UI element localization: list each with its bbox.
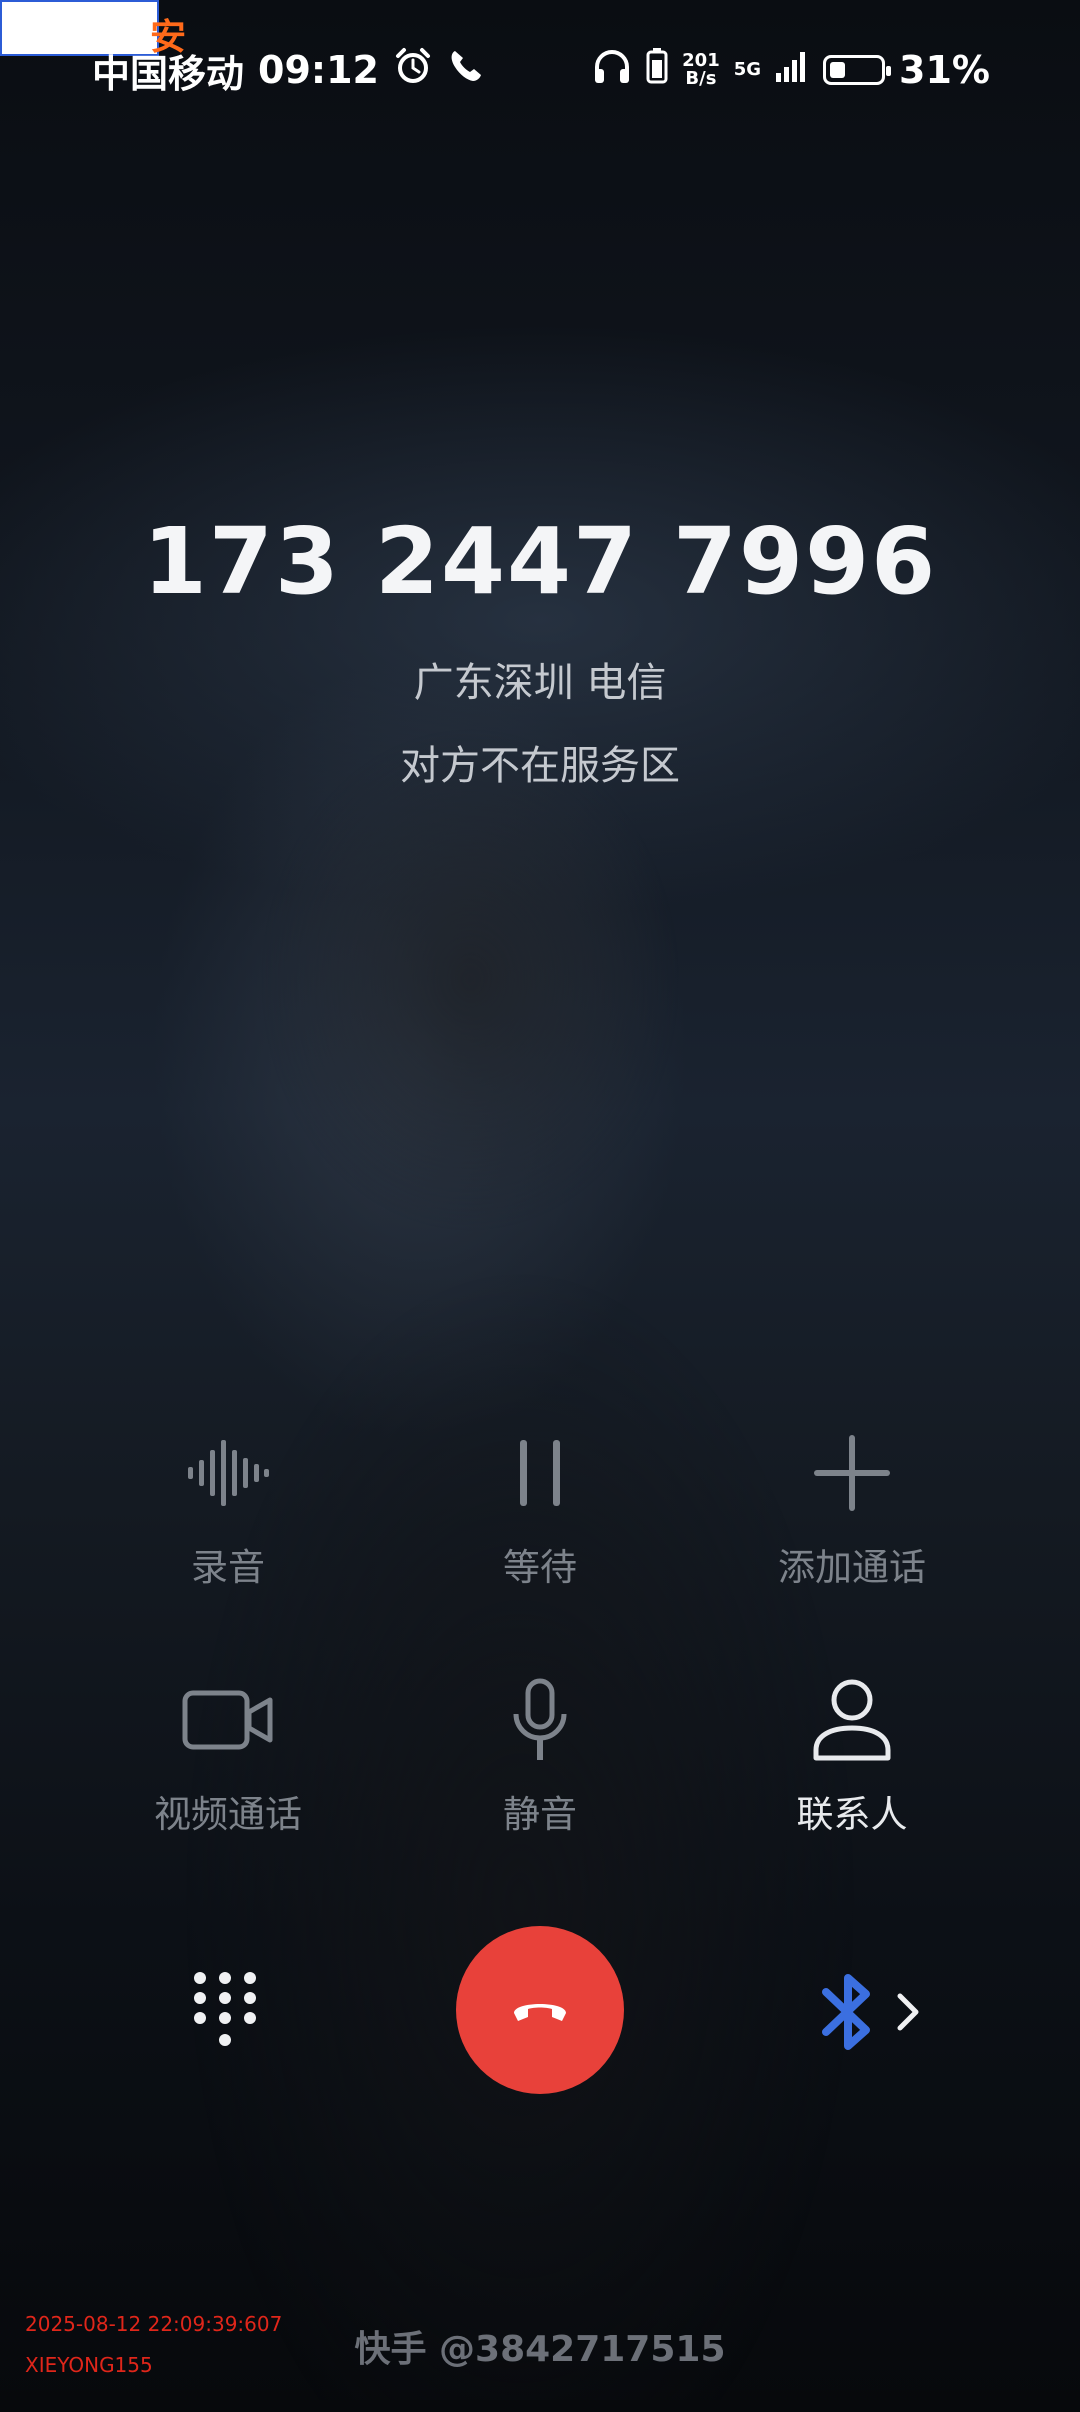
record-button[interactable]: 录音: [78, 1425, 378, 1591]
audio-route-button[interactable]: [820, 1970, 920, 2058]
chevron-right-icon: [896, 1992, 920, 2036]
end-call-button[interactable]: [456, 1926, 624, 2094]
add-call-label: 添加通话: [778, 1546, 926, 1589]
hang-up-icon: [510, 1993, 570, 2027]
hold-button[interactable]: 等待: [390, 1425, 690, 1591]
network-type: 5G: [733, 59, 762, 80]
add-call-button[interactable]: 添加通话: [702, 1425, 1002, 1591]
timestamp-stamp: 2025-08-12 22:09:39:607: [25, 2312, 283, 2336]
video-call-label: 视频通话: [154, 1793, 302, 1836]
user-stamp: XIEYONG155: [25, 2353, 153, 2377]
battery-icon: [823, 55, 892, 85]
battery-percent: 31%: [899, 48, 990, 92]
video-camera-icon: [182, 1690, 274, 1754]
carrier-name: 中国移动: [92, 51, 245, 96]
contacts-label: 联系人: [796, 1793, 908, 1836]
call-status: 对方不在服务区: [400, 743, 680, 789]
person-icon: [812, 1678, 892, 1766]
status-bar: 中国移动 09:12 201 B/s 5G 31%: [0, 40, 1080, 100]
mute-button[interactable]: 静音: [390, 1672, 690, 1838]
waveform-icon: [186, 1438, 270, 1512]
bluetooth-icon: [820, 1970, 878, 2058]
alarm-clock-icon: [393, 46, 433, 95]
clock: 09:12: [258, 48, 379, 92]
video-call-button[interactable]: 视频通话: [78, 1672, 378, 1838]
caller-number: 173 2447 7996: [142, 508, 938, 615]
caller-location: 广东深圳 电信: [413, 660, 667, 706]
network-speed: 201 B/s: [682, 52, 720, 88]
microphone-icon: [510, 1678, 570, 1766]
dialpad-icon: [190, 1972, 260, 2054]
contacts-button[interactable]: 联系人: [702, 1672, 1002, 1838]
network-speed-unit: B/s: [685, 68, 717, 89]
pause-icon: [515, 1438, 565, 1512]
dialpad-button[interactable]: [190, 1970, 260, 2054]
plus-icon: [812, 1433, 892, 1517]
mute-label: 静音: [503, 1793, 577, 1836]
record-label: 录音: [191, 1546, 265, 1589]
signal-strength-icon: [775, 48, 809, 92]
earbud-battery-icon: [646, 47, 668, 93]
headphones-icon: [592, 47, 632, 94]
phone-call-icon: [447, 47, 485, 94]
hold-label: 等待: [503, 1546, 577, 1589]
